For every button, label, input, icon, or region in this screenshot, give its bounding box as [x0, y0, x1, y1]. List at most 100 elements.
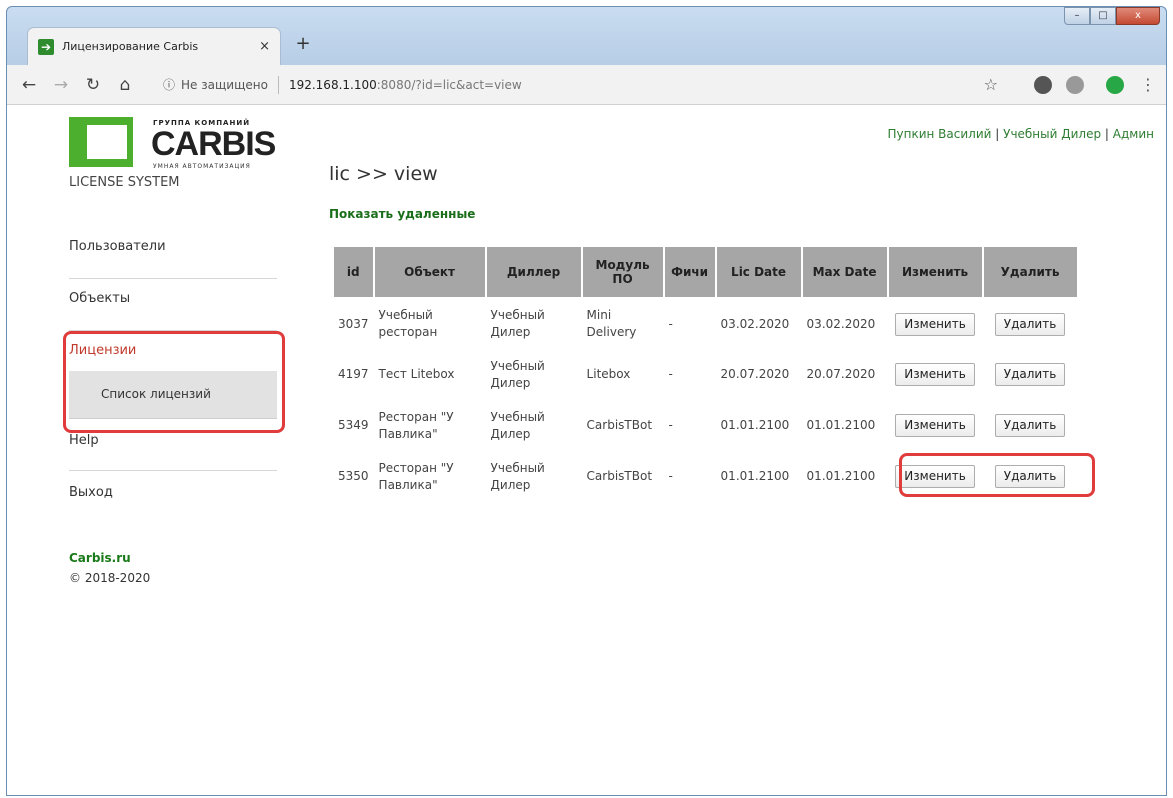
not-secure-label: Не защищено [181, 77, 268, 92]
browser-menu-icon[interactable]: ⋮ [1140, 75, 1156, 94]
cell-dealer: Учебный Дилер [490, 308, 545, 339]
edit-button[interactable]: Изменить [895, 312, 975, 336]
cell-dealer: Учебный Дилер [490, 460, 545, 492]
bookmark-star-icon[interactable]: ☆ [984, 75, 998, 94]
table-row: 3037 Учебный ресторан Учебный Дилер Mini… [333, 298, 1078, 349]
highlight-frame-licenses [63, 331, 285, 433]
cell-object: Учебный ресторан [378, 308, 438, 339]
reload-icon[interactable]: ↻ [81, 75, 105, 95]
cell-id: 4197 [338, 367, 369, 381]
carbis-site-link[interactable]: Carbis.ru [69, 551, 131, 565]
column-header-max-date: Max Date [800, 245, 889, 299]
url-host: 192.168.1.100 [288, 77, 377, 92]
home-icon[interactable]: ⌂ [113, 75, 137, 95]
logo-square-icon [69, 117, 133, 167]
column-header-delete: Удалить [981, 245, 1079, 299]
user-name-link[interactable]: Пупкин Василий [887, 127, 991, 141]
table-header-row: id Объект Диллер Модуль ПО Фичи Lic Date… [332, 245, 1079, 299]
carbis-logo[interactable]: ГРУППА КОМПАНИЙ CARBIS УМНАЯ АВТОМАТИЗАЦ… [69, 117, 281, 171]
user-bar: Пупкин Василий | Учебный Дилер | Админ [887, 127, 1154, 141]
url-path: :8080/?id=lic&act=view [376, 77, 522, 92]
cell-delete: Удалить [983, 400, 1078, 451]
edit-button[interactable]: Изменить [895, 363, 975, 386]
delete-button[interactable]: Удалить [994, 363, 1066, 386]
cell-edit: Изменить [888, 349, 983, 400]
column-header-lic-date: Lic Date [714, 245, 803, 299]
page-title: lic >> view [329, 163, 438, 185]
cell-dealer: Учебный Дилер [490, 409, 545, 441]
column-header-id: id [332, 245, 375, 299]
cell-features: - [668, 316, 673, 331]
cell-delete: Удалить [983, 298, 1078, 349]
dealer-link[interactable]: Учебный Дилер [1003, 127, 1101, 141]
forward-arrow-icon[interactable]: → [49, 75, 73, 95]
address-bar[interactable]: ⓘ Не защищено 192.168.1.100 :8080/?id=li… [153, 69, 1008, 100]
info-icon[interactable]: ⓘ [163, 76, 175, 93]
delete-button[interactable]: Удалить [994, 312, 1066, 336]
minimize-button[interactable]: – [1064, 7, 1090, 25]
cell-object: Ресторан "У Павлика" [378, 460, 454, 492]
column-header-object: Объект [372, 245, 487, 299]
window-controls: – □ x [1064, 7, 1160, 25]
page-viewport: ГРУППА КОМПАНИЙ CARBIS УМНАЯ АВТОМАТИЗАЦ… [7, 105, 1166, 795]
cell-object: Ресторан "У Павлика" [378, 409, 454, 441]
delete-button[interactable]: Удалить [994, 414, 1066, 437]
carbis-favicon-icon: ➔ [38, 38, 54, 55]
logo-name: CARBIS [151, 125, 276, 163]
cell-id: 5349 [338, 418, 369, 432]
user-bar-separator: | [1104, 127, 1109, 141]
browser-tab[interactable]: ➔ Лицензирование Carbis × [27, 27, 281, 65]
cell-max-date: 01.01.2100 [806, 469, 876, 483]
tab-close-icon[interactable]: × [259, 39, 270, 54]
sidebar-item-objects[interactable]: Объекты [69, 279, 277, 331]
cell-features: - [668, 469, 673, 483]
copyright-text: © 2018-2020 [69, 571, 151, 585]
column-header-edit: Изменить [886, 245, 984, 299]
back-arrow-icon[interactable]: ← [17, 75, 41, 95]
maximize-button[interactable]: □ [1090, 7, 1116, 25]
address-separator [277, 75, 279, 94]
cell-features: - [668, 367, 673, 381]
cell-edit: Изменить [888, 298, 983, 349]
cell-max-date: 01.01.2100 [806, 418, 876, 432]
new-tab-button[interactable]: + [291, 34, 315, 56]
show-deleted-link[interactable]: Показать удаленные [329, 207, 475, 221]
tab-title: Лицензирование Carbis [62, 40, 199, 53]
cell-module: CarbisTBot [586, 469, 653, 483]
cell-lic-date: 01.01.2100 [720, 418, 790, 432]
table-row: 5349 Ресторан "У Павлика" Учебный Дилер … [333, 400, 1078, 451]
cell-features: - [668, 418, 673, 432]
profile-avatar-icon[interactable] [1106, 75, 1124, 94]
cell-module: CarbisTBot [586, 418, 653, 432]
close-window-button[interactable]: x [1116, 7, 1160, 25]
sidebar-item-users[interactable]: Пользователи [69, 227, 277, 279]
browser-window: ➔ Лицензирование Carbis × + – □ x ← → ↻ … [6, 6, 1167, 796]
column-header-features: Фичи [662, 245, 717, 299]
cell-delete: Удалить [983, 349, 1078, 400]
cell-object: Тест Litebox [378, 367, 455, 381]
edit-button[interactable]: Изменить [895, 414, 975, 437]
browser-toolbar: ← → ↻ ⌂ ⓘ Не защищено 192.168.1.100 :808… [7, 65, 1166, 105]
cell-module: Litebox [586, 367, 631, 381]
user-bar-separator: | [995, 127, 1000, 141]
column-header-module: Модуль ПО [580, 245, 665, 299]
cloud-extension-icon[interactable] [1066, 75, 1084, 94]
cell-id: 3037 [338, 316, 369, 331]
role-link[interactable]: Админ [1113, 127, 1154, 141]
highlight-frame-row-actions [899, 453, 1095, 497]
column-header-dealer: Диллер [484, 245, 583, 299]
cell-module: Mini Delivery [586, 308, 637, 339]
logo-tagline: УМНАЯ АВТОМАТИЗАЦИЯ [153, 163, 251, 170]
cell-id: 5350 [338, 469, 369, 483]
cell-lic-date: 03.02.2020 [720, 316, 790, 331]
tab-strip: ➔ Лицензирование Carbis × + – □ x [7, 7, 1166, 65]
cell-edit: Изменить [888, 400, 983, 451]
cell-dealer: Учебный Дилер [490, 358, 545, 390]
cell-lic-date: 20.07.2020 [720, 367, 790, 381]
cell-max-date: 03.02.2020 [806, 316, 876, 331]
cell-max-date: 20.07.2020 [806, 367, 876, 381]
license-system-label: LICENSE SYSTEM [69, 175, 180, 190]
sidebar-item-logout[interactable]: Выход [69, 471, 277, 523]
table-row: 4197 Тест Litebox Учебный Дилер Litebox … [333, 349, 1078, 400]
extension-icon[interactable] [1034, 75, 1052, 94]
